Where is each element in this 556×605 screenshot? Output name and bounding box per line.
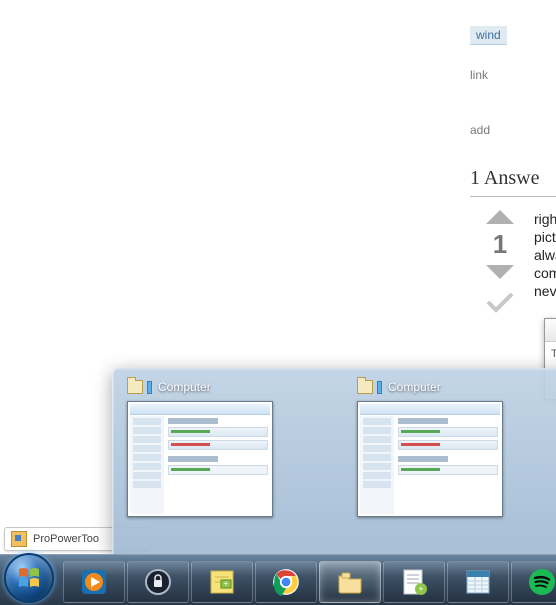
folder-icon xyxy=(357,380,373,394)
answers-heading: 1 Answe xyxy=(470,167,556,197)
spotify-icon xyxy=(527,567,556,597)
vote-score: 1 xyxy=(480,229,520,260)
app-icon xyxy=(11,531,27,547)
share-link[interactable]: link xyxy=(470,68,488,82)
taskbar-item-media-player[interactable] xyxy=(63,561,125,603)
monitor-icon xyxy=(377,381,382,394)
preview-thumbnail[interactable] xyxy=(127,401,273,517)
partial-window-titlebar xyxy=(545,319,556,342)
folder-icon xyxy=(127,380,143,394)
svg-text:+: + xyxy=(418,584,423,594)
vote-controls: 1 xyxy=(480,207,520,316)
preview-title: Computer xyxy=(158,380,211,394)
preview-window[interactable]: Computer xyxy=(127,379,287,545)
notepad-plus-icon: + xyxy=(399,567,429,597)
accept-icon[interactable] xyxy=(482,288,518,316)
answer-line: alwa xyxy=(534,246,556,264)
svg-text:+: + xyxy=(224,579,229,588)
taskbar-item-notepad-plus[interactable]: + xyxy=(383,561,445,603)
taskbar-item-spreadsheet[interactable] xyxy=(447,561,509,603)
spreadsheet-app-icon xyxy=(463,567,493,597)
taskbar-preview-popup: Computer Computer xyxy=(112,368,556,555)
answer-body: righ pictu alwa com neve xyxy=(534,210,556,300)
answer-line: pictu xyxy=(534,228,556,246)
file-explorer-icon xyxy=(335,567,365,597)
taskbar-item-spotify[interactable] xyxy=(511,561,556,603)
preview-window[interactable]: Computer xyxy=(357,379,517,545)
taskbar-items: + + xyxy=(62,557,556,605)
windows-logo-icon xyxy=(16,565,42,591)
start-button[interactable] xyxy=(0,555,58,605)
upvote-icon[interactable] xyxy=(482,207,518,227)
monitor-icon xyxy=(147,381,152,394)
preview-title: Computer xyxy=(388,380,441,394)
taskbar: + + xyxy=(0,554,556,605)
partial-window-content: T xyxy=(545,342,556,366)
sticky-notes-icon: + xyxy=(207,567,237,597)
taskbar-item-chrome[interactable] xyxy=(255,561,317,603)
media-player-icon xyxy=(79,567,109,597)
status-label: ProPowerToo xyxy=(33,533,99,545)
add-comment-link[interactable]: add xyxy=(470,123,490,137)
answer-line: com xyxy=(534,264,556,282)
downvote-icon[interactable] xyxy=(482,262,518,282)
answer-line: neve xyxy=(534,282,556,300)
secure-app-icon xyxy=(143,567,173,597)
taskbar-item-explorer[interactable] xyxy=(319,561,381,603)
answer-line: righ xyxy=(534,210,556,228)
taskbar-item-secure-app[interactable] xyxy=(127,561,189,603)
preview-thumbnail[interactable] xyxy=(357,401,503,517)
taskbar-item-sticky-notes[interactable]: + xyxy=(191,561,253,603)
chrome-icon xyxy=(272,568,300,596)
tag-windows[interactable]: wind xyxy=(470,26,507,45)
